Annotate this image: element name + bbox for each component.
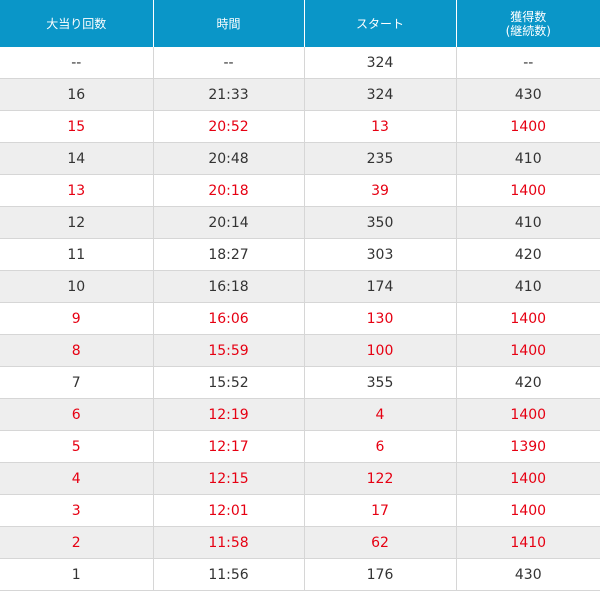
cell-start: 355 xyxy=(303,366,456,399)
cell-gain: 410 xyxy=(455,142,600,175)
table-row: -- -- 324 -- xyxy=(0,47,600,79)
cell-gain: 1390 xyxy=(455,430,600,463)
header-start: スタート xyxy=(303,0,456,47)
cell-time: 12:17 xyxy=(152,430,304,463)
cell-jackpot-count: -- xyxy=(0,47,153,79)
cell-start: 6 xyxy=(303,430,456,463)
cell-gain: 1400 xyxy=(455,174,600,207)
cell-time: 15:52 xyxy=(152,366,304,399)
header-jackpot-count: 大当り回数 xyxy=(0,0,153,47)
cell-gain: 430 xyxy=(455,78,600,111)
cell-start: 324 xyxy=(303,47,456,79)
cell-time: 15:59 xyxy=(152,334,304,367)
cell-time: 21:33 xyxy=(152,78,304,111)
cell-start: 303 xyxy=(303,238,456,271)
cell-time: 11:58 xyxy=(152,526,304,559)
cell-jackpot-count: 16 xyxy=(0,78,153,111)
cell-time: -- xyxy=(152,47,304,79)
cell-time: 20:14 xyxy=(152,206,304,239)
cell-start: 13 xyxy=(303,110,456,143)
cell-start: 350 xyxy=(303,206,456,239)
cell-jackpot-count: 13 xyxy=(0,174,153,207)
cell-gain: 1400 xyxy=(455,462,600,495)
cell-gain: 420 xyxy=(455,366,600,399)
table-header-row: 大当り回数 時間 スタート 獲得数 (継続数) xyxy=(0,0,600,47)
cell-gain: 1400 xyxy=(455,398,600,431)
cell-start: 62 xyxy=(303,526,456,559)
table-row: 8 15:59 100 1400 xyxy=(0,334,600,367)
header-gain: 獲得数 (継続数) xyxy=(455,0,600,47)
cell-gain: 1400 xyxy=(455,334,600,367)
cell-start: 176 xyxy=(303,558,456,591)
table-row: 6 12:19 4 1400 xyxy=(0,398,600,431)
cell-time: 20:48 xyxy=(152,142,304,175)
cell-gain: 1410 xyxy=(455,526,600,559)
table-row: 3 12:01 17 1400 xyxy=(0,494,600,527)
cell-jackpot-count: 10 xyxy=(0,270,153,303)
cell-start: 174 xyxy=(303,270,456,303)
cell-gain: 1400 xyxy=(455,302,600,335)
cell-time: 12:19 xyxy=(152,398,304,431)
cell-jackpot-count: 15 xyxy=(0,110,153,143)
cell-jackpot-count: 5 xyxy=(0,430,153,463)
cell-jackpot-count: 4 xyxy=(0,462,153,495)
cell-time: 20:52 xyxy=(152,110,304,143)
cell-jackpot-count: 11 xyxy=(0,238,153,271)
cell-time: 16:18 xyxy=(152,270,304,303)
cell-jackpot-count: 6 xyxy=(0,398,153,431)
table-row: 9 16:06 130 1400 xyxy=(0,302,600,335)
cell-start: 4 xyxy=(303,398,456,431)
cell-time: 12:01 xyxy=(152,494,304,527)
cell-gain: 1400 xyxy=(455,494,600,527)
cell-start: 122 xyxy=(303,462,456,495)
table-row: 12 20:14 350 410 xyxy=(0,206,600,239)
cell-jackpot-count: 1 xyxy=(0,558,153,591)
cell-jackpot-count: 8 xyxy=(0,334,153,367)
cell-gain: -- xyxy=(455,47,600,79)
cell-jackpot-count: 14 xyxy=(0,142,153,175)
cell-time: 11:56 xyxy=(152,558,304,591)
table-row: 15 20:52 13 1400 xyxy=(0,110,600,143)
cell-start: 235 xyxy=(303,142,456,175)
cell-time: 12:15 xyxy=(152,462,304,495)
header-time: 時間 xyxy=(152,0,304,47)
table-row: 7 15:52 355 420 xyxy=(0,366,600,399)
cell-jackpot-count: 7 xyxy=(0,366,153,399)
cell-start: 100 xyxy=(303,334,456,367)
table-row: 16 21:33 324 430 xyxy=(0,78,600,111)
cell-start: 324 xyxy=(303,78,456,111)
cell-gain: 420 xyxy=(455,238,600,271)
table-row: 4 12:15 122 1400 xyxy=(0,462,600,495)
cell-gain: 1400 xyxy=(455,110,600,143)
table-row: 10 16:18 174 410 xyxy=(0,270,600,303)
cell-start: 17 xyxy=(303,494,456,527)
cell-time: 18:27 xyxy=(152,238,304,271)
jackpot-history-table: 大当り回数 時間 スタート 獲得数 (継続数) -- -- 324 -- 16 21:33… xyxy=(0,0,600,591)
cell-time: 16:06 xyxy=(152,302,304,335)
table-row: 14 20:48 235 410 xyxy=(0,142,600,175)
table-row: 1 11:56 176 430 xyxy=(0,558,600,591)
cell-jackpot-count: 2 xyxy=(0,526,153,559)
table-row: 2 11:58 62 1410 xyxy=(0,526,600,559)
cell-time: 20:18 xyxy=(152,174,304,207)
cell-jackpot-count: 3 xyxy=(0,494,153,527)
table-row: 5 12:17 6 1390 xyxy=(0,430,600,463)
table-row: 11 18:27 303 420 xyxy=(0,238,600,271)
cell-gain: 430 xyxy=(455,558,600,591)
cell-gain: 410 xyxy=(455,206,600,239)
table-row: 13 20:18 39 1400 xyxy=(0,174,600,207)
cell-start: 39 xyxy=(303,174,456,207)
cell-jackpot-count: 9 xyxy=(0,302,153,335)
cell-gain: 410 xyxy=(455,270,600,303)
cell-jackpot-count: 12 xyxy=(0,206,153,239)
cell-start: 130 xyxy=(303,302,456,335)
header-gain-label: 獲得数 (継続数) xyxy=(505,9,551,38)
